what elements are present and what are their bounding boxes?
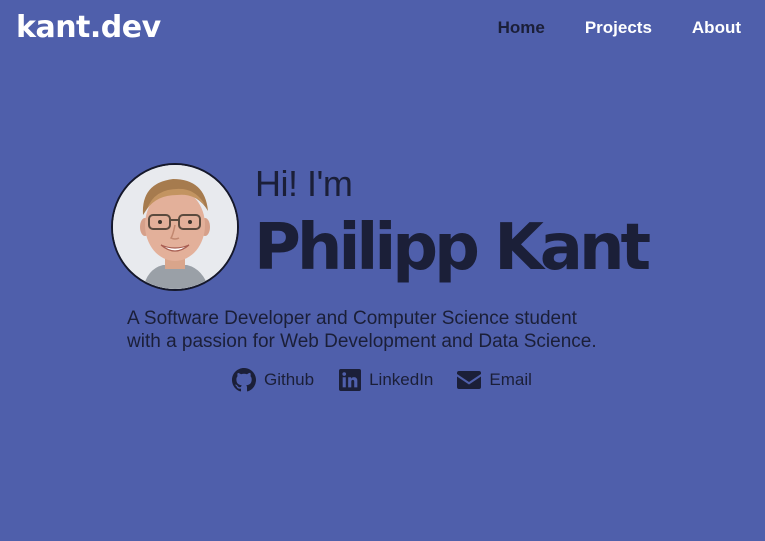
nav-home[interactable]: Home [498, 18, 545, 38]
email-link[interactable]: Email [457, 370, 532, 390]
github-link[interactable]: Github [232, 368, 314, 392]
envelope-icon [457, 371, 482, 389]
github-icon [232, 368, 256, 392]
bio-line-2: with a passion for Web Development and D… [127, 331, 597, 352]
bio-text: A Software Developer and Computer Scienc… [127, 307, 647, 353]
main-nav: Home Projects About [498, 18, 741, 38]
nav-about[interactable]: About [692, 18, 741, 38]
bio-line-1: A Software Developer and Computer Scienc… [127, 308, 577, 329]
github-label: Github [264, 370, 315, 389]
site-logo[interactable]: kant.dev [16, 8, 161, 48]
email-label: Email [489, 370, 532, 389]
person-name: Philipp Kant [254, 211, 651, 285]
social-links: Github LinkedIn Email [232, 368, 532, 392]
linkedin-label: LinkedIn [369, 370, 434, 389]
greeting: Hi! I'm [255, 163, 353, 204]
linkedin-link[interactable]: LinkedIn [339, 369, 433, 391]
linkedin-icon [339, 369, 362, 391]
nav-projects[interactable]: Projects [585, 18, 652, 38]
profile-photo [111, 163, 239, 291]
